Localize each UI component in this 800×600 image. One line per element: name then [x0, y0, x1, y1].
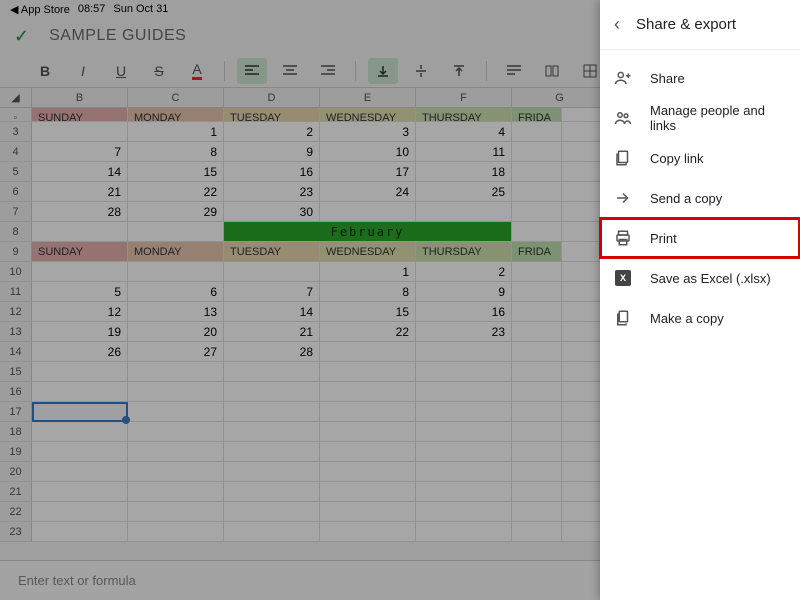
link-copy-icon [614, 149, 632, 167]
back-to-app[interactable]: ◀ App Store [10, 3, 70, 16]
merge-button[interactable] [537, 58, 567, 84]
save-excel-item[interactable]: X Save as Excel (.xlsx) [600, 258, 800, 298]
share-export-panel: ‹ Share & export Share Manage people and… [600, 0, 800, 600]
send-copy-item[interactable]: Send a copy [600, 178, 800, 218]
panel-item-label: Manage people and links [650, 103, 786, 133]
panel-item-label: Send a copy [650, 191, 722, 206]
col-header[interactable]: G [512, 88, 608, 107]
document-title: SAMPLE GUIDES [49, 27, 186, 45]
make-copy-item[interactable]: Make a copy [600, 298, 800, 338]
bold-button[interactable]: B [30, 58, 60, 84]
formula-placeholder: Enter text or formula [18, 573, 136, 588]
wrap-button[interactable] [499, 58, 529, 84]
align-right-button[interactable] [313, 58, 343, 84]
print-item[interactable]: Print [600, 218, 800, 258]
copy-icon [614, 309, 632, 327]
text-color-button[interactable]: A [182, 58, 212, 84]
valign-top-button[interactable] [444, 58, 474, 84]
panel-item-label: Share [650, 71, 685, 86]
person-add-icon [614, 69, 632, 87]
copy-link-item[interactable]: Copy link [600, 138, 800, 178]
panel-item-label: Print [650, 231, 677, 246]
col-header[interactable]: C [128, 88, 224, 107]
panel-item-label: Save as Excel (.xlsx) [650, 271, 771, 286]
col-header[interactable]: D [224, 88, 320, 107]
divider [355, 61, 356, 81]
manage-item[interactable]: Manage people and links [600, 98, 800, 138]
excel-icon: X [614, 269, 632, 287]
col-header[interactable]: E [320, 88, 416, 107]
valign-bottom-button[interactable] [368, 58, 398, 84]
italic-button[interactable]: I [68, 58, 98, 84]
corner-cell[interactable]: ◢ [0, 88, 32, 107]
col-header[interactable]: F [416, 88, 512, 107]
underline-button[interactable]: U [106, 58, 136, 84]
align-left-button[interactable] [237, 58, 267, 84]
divider [224, 61, 225, 81]
selected-cell-outline [32, 402, 128, 422]
strike-button[interactable]: S [144, 58, 174, 84]
people-icon [614, 109, 632, 127]
divider [486, 61, 487, 81]
valign-middle-button[interactable] [406, 58, 436, 84]
print-icon [614, 229, 632, 247]
panel-title: Share & export [636, 16, 736, 33]
panel-item-label: Copy link [650, 151, 703, 166]
panel-item-label: Make a copy [650, 311, 724, 326]
align-center-button[interactable] [275, 58, 305, 84]
confirm-icon[interactable]: ✓ [14, 26, 29, 47]
back-icon[interactable]: ‹ [614, 14, 620, 35]
share-item[interactable]: Share [600, 58, 800, 98]
col-header[interactable]: B [32, 88, 128, 107]
status-time: 08:57 [78, 3, 106, 15]
status-date: Sun Oct 31 [113, 3, 168, 15]
send-icon [614, 189, 632, 207]
